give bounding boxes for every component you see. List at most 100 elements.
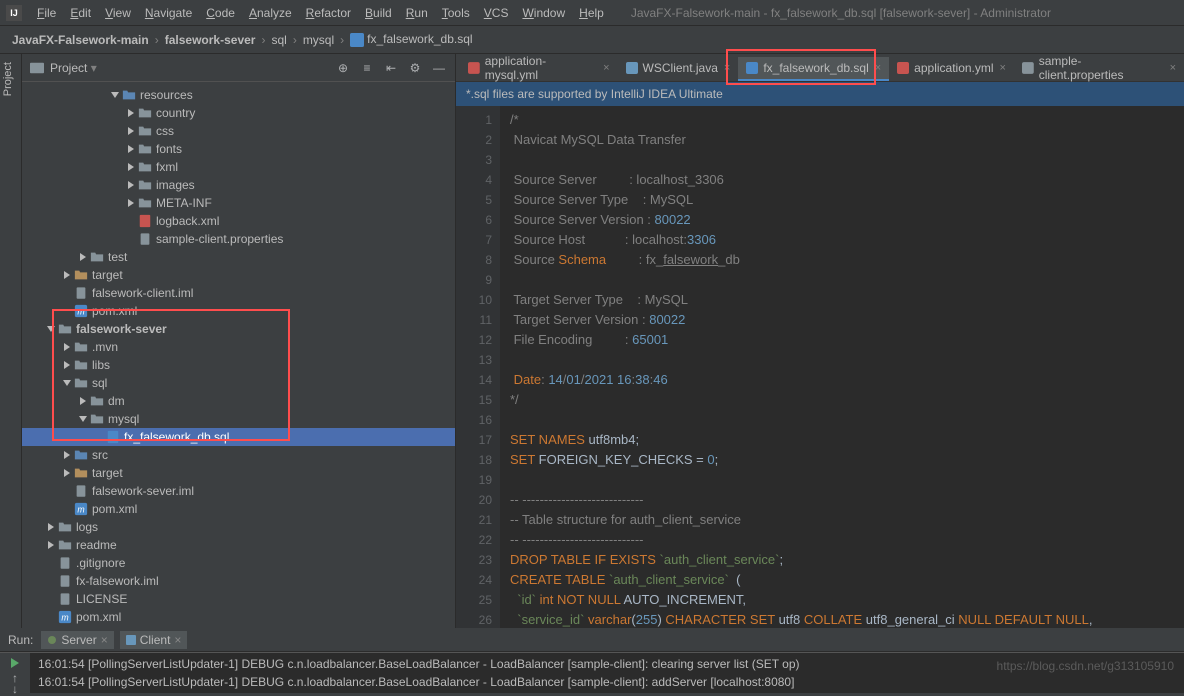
breadcrumb-item[interactable]: falsework-sever (161, 33, 260, 47)
editor-tab[interactable]: WSClient.java× (618, 57, 739, 81)
project-stripe-button[interactable]: Project (0, 54, 16, 104)
project-pane: Project ▾ ⊕ ≡ ⇤ ⚙ — resourcescountrycssf… (22, 54, 456, 628)
line-gutter[interactable]: 1234567891011121314151617181920212223242… (456, 106, 500, 628)
menu-file[interactable]: File (30, 6, 63, 20)
tree-item[interactable]: logs (22, 518, 455, 536)
close-icon[interactable]: × (174, 633, 181, 647)
tree-item[interactable]: fxml (22, 158, 455, 176)
svg-text:m: m (77, 505, 84, 515)
close-icon[interactable]: × (724, 62, 730, 74)
editor-tab[interactable]: sample-client.properties× (1014, 57, 1184, 81)
project-toolwindow-header: Project ▾ ⊕ ≡ ⇤ ⚙ — (22, 54, 455, 82)
left-toolwindow-stripe[interactable]: Project (0, 54, 22, 628)
tree-item[interactable]: mpom.xml (22, 608, 455, 626)
breadcrumb-item[interactable]: mysql (299, 33, 338, 47)
tree-item[interactable]: fx-falsework.iml (22, 572, 455, 590)
tree-item[interactable]: sql (22, 374, 455, 392)
tree-item[interactable]: test (22, 248, 455, 266)
console-output[interactable]: 16:01:54 [PollingServerListUpdater-1] DE… (30, 653, 1184, 693)
editor-body: 1234567891011121314151617181920212223242… (456, 106, 1184, 628)
menu-navigate[interactable]: Navigate (138, 6, 199, 20)
run-controls: ↑ ↓ (0, 653, 30, 693)
tree-item[interactable]: dm (22, 392, 455, 410)
locate-icon[interactable]: ⊕ (335, 60, 351, 76)
run-tab-server[interactable]: Server× (41, 631, 113, 649)
editor-tab[interactable]: application.yml× (889, 57, 1014, 81)
breadcrumb: JavaFX-Falsework-main › falsework-sever … (0, 26, 1184, 54)
breadcrumb-item[interactable]: sql (267, 33, 290, 47)
editor-pane: application-mysql.yml×WSClient.java×fx_f… (456, 54, 1184, 628)
main-area: Project Project ▾ ⊕ ≡ ⇤ ⚙ — resourcescou… (0, 54, 1184, 628)
close-icon[interactable]: × (101, 633, 108, 647)
gear-icon[interactable]: ⚙ (407, 60, 423, 76)
spring-icon (47, 635, 57, 645)
tree-item[interactable]: falsework-client.iml (22, 284, 455, 302)
editor-tab[interactable]: application-mysql.yml× (460, 57, 618, 81)
code-area[interactable]: /* Navicat MySQL Data Transfer Source Se… (500, 106, 1184, 628)
tree-item[interactable]: META-INF (22, 194, 455, 212)
tree-item[interactable]: fonts (22, 140, 455, 158)
close-icon[interactable]: × (1170, 62, 1176, 74)
tree-item[interactable]: readme (22, 536, 455, 554)
tree-item[interactable]: libs (22, 356, 455, 374)
svg-text:m: m (61, 613, 68, 623)
run-label: Run: (8, 633, 33, 647)
menu-refactor[interactable]: Refactor (299, 6, 358, 20)
editor-tabs: application-mysql.yml×WSClient.java×fx_f… (456, 54, 1184, 82)
collapse-all-icon[interactable]: ⇤ (383, 60, 399, 76)
app-icon (126, 635, 136, 645)
menu-window[interactable]: Window (515, 6, 572, 20)
hide-icon[interactable]: — (431, 60, 447, 76)
breadcrumb-item[interactable]: JavaFX-Falsework-main (8, 33, 153, 47)
run-panel: ↑ ↓ 16:01:54 [PollingServerListUpdater-1… (0, 652, 1184, 693)
menu-code[interactable]: Code (199, 6, 242, 20)
tree-item[interactable]: .gitignore (22, 554, 455, 572)
tree-item[interactable]: country (22, 104, 455, 122)
titlebar: IJ FileEditViewNavigateCodeAnalyzeRefact… (0, 0, 1184, 26)
editor-tab[interactable]: fx_falsework_db.sql× (738, 57, 889, 81)
menu-tools[interactable]: Tools (435, 6, 477, 20)
svg-text:m: m (77, 307, 84, 317)
menu-analyze[interactable]: Analyze (242, 6, 299, 20)
tree-item[interactable]: logback.xml (22, 212, 455, 230)
tree-item[interactable]: sample-client.properties (22, 230, 455, 248)
tree-item[interactable]: css (22, 122, 455, 140)
run-tab-client[interactable]: Client× (120, 631, 188, 649)
tree-item[interactable]: mpom.xml (22, 500, 455, 518)
tree-item[interactable]: mysql (22, 410, 455, 428)
project-header-title[interactable]: Project ▾ (50, 61, 335, 75)
close-icon[interactable]: × (603, 62, 609, 74)
tree-item[interactable]: target (22, 464, 455, 482)
close-icon[interactable]: × (1000, 62, 1006, 74)
tree-item[interactable]: resources (22, 86, 455, 104)
expand-all-icon[interactable]: ≡ (359, 60, 375, 76)
rerun-button[interactable] (6, 657, 24, 669)
breadcrumb-item[interactable]: fx_falsework_db.sql (346, 32, 476, 47)
tree-item[interactable]: falsework-sever.iml (22, 482, 455, 500)
tree-item[interactable]: LICENSE (22, 590, 455, 608)
project-tree[interactable]: resourcescountrycssfontsfxmlimagesMETA-I… (22, 82, 455, 628)
menu-run[interactable]: Run (399, 6, 435, 20)
tree-item[interactable]: target (22, 266, 455, 284)
editor-banner[interactable]: *.sql files are supported by IntelliJ ID… (456, 82, 1184, 106)
window-title: JavaFX-Falsework-main - fx_falsework_db.… (631, 6, 1051, 20)
tree-item[interactable]: fx_falsework_db.sql (22, 428, 455, 446)
tree-item[interactable]: images (22, 176, 455, 194)
chevron-right-icon: › (338, 33, 346, 47)
run-toolwindow-header: Run: Server× Client× (0, 628, 1184, 652)
menu-view[interactable]: View (98, 6, 138, 20)
ide-logo-icon: IJ (6, 5, 22, 21)
chevron-right-icon: › (153, 33, 161, 47)
tree-item[interactable]: .mvn (22, 338, 455, 356)
chevron-right-icon: › (259, 33, 267, 47)
menu-edit[interactable]: Edit (63, 6, 98, 20)
menu-build[interactable]: Build (358, 6, 399, 20)
tree-item[interactable]: falsework-sever (22, 320, 455, 338)
project-icon (30, 61, 44, 75)
menu-vcs[interactable]: VCS (477, 6, 516, 20)
close-icon[interactable]: × (875, 62, 881, 74)
chevron-right-icon: › (291, 33, 299, 47)
menu-help[interactable]: Help (572, 6, 611, 20)
tree-item[interactable]: mpom.xml (22, 302, 455, 320)
tree-item[interactable]: src (22, 446, 455, 464)
